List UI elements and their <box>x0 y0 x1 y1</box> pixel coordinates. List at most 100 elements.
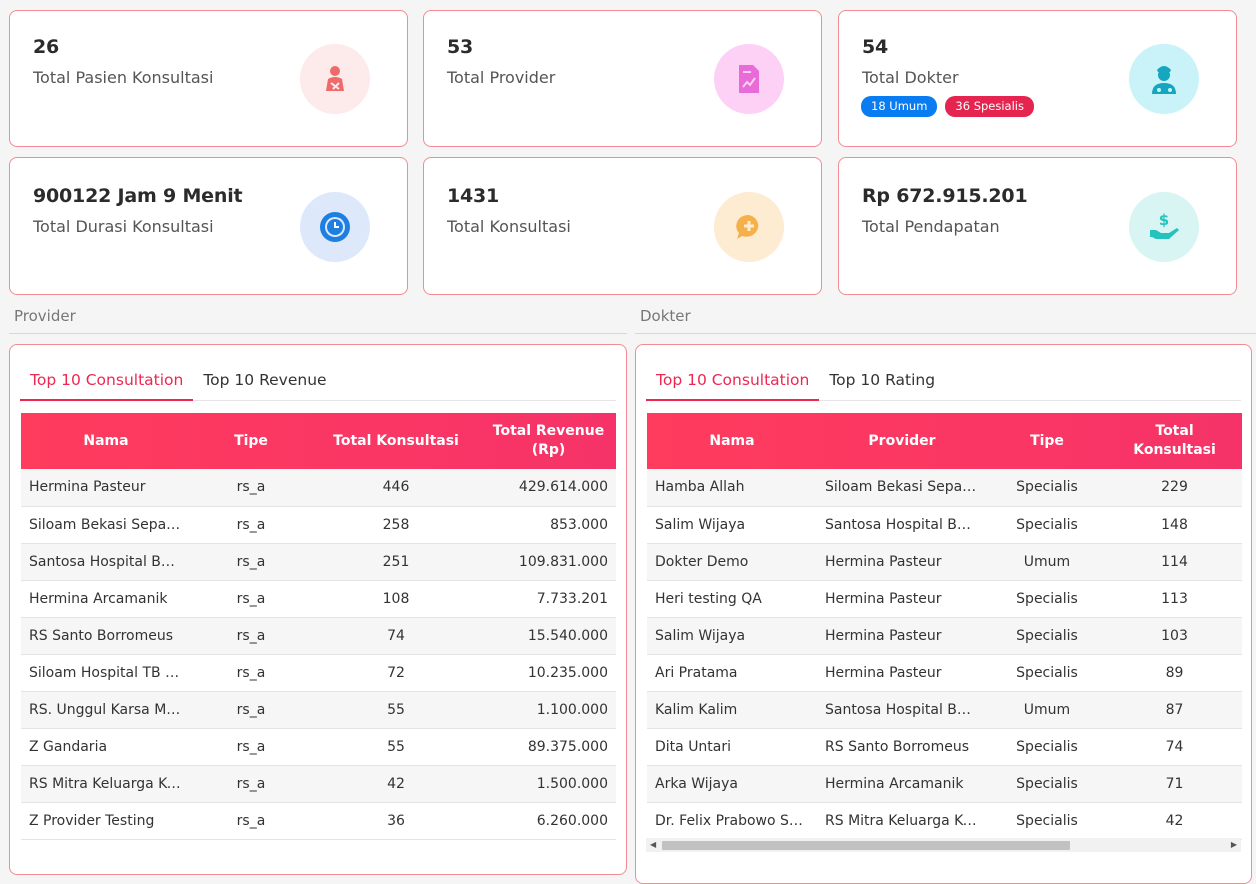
tab-top-consultation[interactable]: Top 10 Consultation <box>20 363 194 401</box>
tab-top-consultation[interactable]: Top 10 Consultation <box>646 363 820 401</box>
column-header-provider[interactable]: Provider <box>817 413 987 469</box>
table-row[interactable]: Dr. Felix Prabowo Sali... RS Mitra Keluar… <box>647 802 1242 840</box>
stat-value: 53 <box>447 36 474 58</box>
cell-total-konsultasi: 42 <box>1107 802 1242 840</box>
badge-umum: 18 Umum <box>861 96 938 117</box>
horizontal-scrollbar[interactable]: ◀ ▶ <box>646 838 1241 852</box>
cell-provider: Hermina Pasteur <box>817 654 987 692</box>
table-row[interactable]: Kalim Kalim Santosa Hospital Ban... Umum 87 <box>647 691 1242 729</box>
tab-top-revenue[interactable]: Top 10 Revenue <box>193 363 336 401</box>
cell-nama: Dokter Demo <box>647 543 817 581</box>
column-header-total-konsultasi[interactable]: Total Konsultasi <box>311 413 481 469</box>
cell-provider: RS Santo Borromeus <box>817 728 987 766</box>
stat-value: Rp 672.915.201 <box>862 185 1028 207</box>
cell-total-konsultasi: 74 <box>1107 728 1242 766</box>
cell-tipe: Specialis <box>987 506 1107 544</box>
cell-total-revenue: 109.831.000 <box>481 543 616 581</box>
table-row[interactable]: Siloam Bekasi Sepanj... rs_a 258 853.000 <box>21 506 616 544</box>
stat-label: Total Pendapatan <box>862 217 1000 236</box>
cell-tipe: rs_a <box>191 580 311 618</box>
cell-total-revenue: 7.733.201 <box>481 580 616 618</box>
cell-nama: Hermina Arcamanik <box>21 580 191 618</box>
stat-value: 26 <box>33 36 60 58</box>
stat-value: 900122 Jam 9 Menit <box>33 185 243 207</box>
table-row[interactable]: Ari Pratama Hermina Pasteur Specialis 89 <box>647 654 1242 692</box>
svg-text:$: $ <box>1159 212 1169 229</box>
table-row[interactable]: RS. Unggul Karsa Med... rs_a 55 1.100.000 <box>21 691 616 729</box>
table-row[interactable]: Hamba Allah Siloam Bekasi Sepanj... Specia… <box>647 469 1242 507</box>
cell-total-konsultasi: 446 <box>311 469 481 507</box>
stat-label: Total Dokter <box>862 68 959 87</box>
cell-total-revenue: 853.000 <box>481 506 616 544</box>
scroll-left-arrow-icon[interactable]: ◀ <box>650 840 656 849</box>
column-header-tipe[interactable]: Tipe <box>191 413 311 469</box>
table-row[interactable]: Arka Wijaya Hermina Arcamanik Specialis 71 <box>647 765 1242 803</box>
table-row[interactable]: Salim Wijaya Hermina Pasteur Specialis 103 <box>647 617 1242 655</box>
table-row[interactable]: Siloam Hospital TB Si... rs_a 72 10.235.000 <box>21 654 616 692</box>
column-header-nama[interactable]: Nama <box>21 413 191 469</box>
stat-card-pasien: 26 Total Pasien Konsultasi <box>9 10 408 147</box>
cell-tipe: Specialis <box>987 802 1107 840</box>
table-row[interactable]: Dita Untari RS Santo Borromeus Specialis 74 <box>647 728 1242 766</box>
cell-nama: Siloam Hospital TB Si... <box>21 654 191 692</box>
table-row[interactable]: Salim Wijaya Santosa Hospital Ban... Speci… <box>647 506 1242 544</box>
table-row[interactable]: Heri testing QA Hermina Pasteur Specialis 1… <box>647 580 1242 618</box>
cell-nama: Hamba Allah <box>647 469 817 507</box>
cell-total-konsultasi: 113 <box>1107 580 1242 618</box>
stat-label: Total Provider <box>447 68 556 87</box>
cell-tipe: Specialis <box>987 765 1107 803</box>
cell-tipe: rs_a <box>191 802 311 840</box>
table-row[interactable]: Santosa Hospital Ban... rs_a 251 109.831.00… <box>21 543 616 581</box>
clock-icon <box>300 192 370 262</box>
stat-label: Total Durasi Konsultasi <box>33 217 214 236</box>
table-row[interactable]: Hermina Arcamanik rs_a 108 7.733.201 <box>21 580 616 618</box>
stat-card-dokter: 54 Total Dokter 18 Umum 36 Spesialis <box>838 10 1237 147</box>
table-row[interactable]: Hermina Pasteur rs_a 446 429.614.000 <box>21 469 616 507</box>
stat-card-pendapatan: Rp 672.915.201 Total Pendapatan $ <box>838 157 1237 295</box>
table-row[interactable]: Z Provider Testing rs_a 36 6.260.000 <box>21 802 616 840</box>
cell-nama: Siloam Bekasi Sepanj... <box>21 506 191 544</box>
cell-total-konsultasi: 36 <box>311 802 481 840</box>
stat-card-konsultasi: 1431 Total Konsultasi <box>423 157 822 295</box>
money-hand-icon: $ <box>1129 192 1199 262</box>
scroll-thumb[interactable] <box>662 841 1070 850</box>
cell-total-konsultasi: 87 <box>1107 691 1242 729</box>
cell-provider: Hermina Arcamanik <box>817 765 987 803</box>
cell-nama: Heri testing QA <box>647 580 817 618</box>
cell-total-konsultasi: 42 <box>311 765 481 803</box>
provider-panel: Top 10 Consultation Top 10 Revenue Nama … <box>9 344 627 875</box>
column-header-tipe[interactable]: Tipe <box>987 413 1107 469</box>
provider-tabs: Top 10 Consultation Top 10 Revenue <box>20 363 616 401</box>
cell-total-konsultasi: 89 <box>1107 654 1242 692</box>
cell-total-revenue: 1.100.000 <box>481 691 616 729</box>
table-row[interactable]: Z Gandaria rs_a 55 89.375.000 <box>21 728 616 766</box>
doctor-tabs: Top 10 Consultation Top 10 Rating <box>646 363 1241 401</box>
cell-tipe: rs_a <box>191 654 311 692</box>
scroll-right-arrow-icon[interactable]: ▶ <box>1231 840 1237 849</box>
cell-tipe: Specialis <box>987 728 1107 766</box>
tab-top-rating[interactable]: Top 10 Rating <box>819 363 945 401</box>
cell-nama: Kalim Kalim <box>647 691 817 729</box>
cell-total-konsultasi: 251 <box>311 543 481 581</box>
cell-nama: Salim Wijaya <box>647 617 817 655</box>
column-header-total-konsultasi[interactable]: Total Konsultasi <box>1107 413 1242 469</box>
cell-nama: Hermina Pasteur <box>21 469 191 507</box>
cell-total-revenue: 429.614.000 <box>481 469 616 507</box>
cell-total-konsultasi: 229 <box>1107 469 1242 507</box>
section-divider <box>635 333 1256 334</box>
column-header-nama[interactable]: Nama <box>647 413 817 469</box>
table-row[interactable]: RS Santo Borromeus rs_a 74 15.540.000 <box>21 617 616 655</box>
cell-tipe: rs_a <box>191 617 311 655</box>
cell-total-konsultasi: 114 <box>1107 543 1242 581</box>
provider-table: Nama Tipe Total Konsultasi Total Revenue… <box>21 413 616 840</box>
table-row[interactable]: Dokter Demo Hermina Pasteur Umum 114 <box>647 543 1242 581</box>
cell-nama: RS. Unggul Karsa Med... <box>21 691 191 729</box>
cell-total-revenue: 89.375.000 <box>481 728 616 766</box>
cell-total-konsultasi: 55 <box>311 691 481 729</box>
table-row[interactable]: RS Mitra Keluarga Kel... rs_a 42 1.500.000 <box>21 765 616 803</box>
column-header-total-revenue[interactable]: Total Revenue (Rp) <box>481 413 616 469</box>
patient-icon <box>300 44 370 114</box>
table-header-row: Nama Tipe Total Konsultasi Total Revenue… <box>21 413 616 469</box>
cell-nama: Z Gandaria <box>21 728 191 766</box>
stat-label: Total Pasien Konsultasi <box>33 68 214 87</box>
